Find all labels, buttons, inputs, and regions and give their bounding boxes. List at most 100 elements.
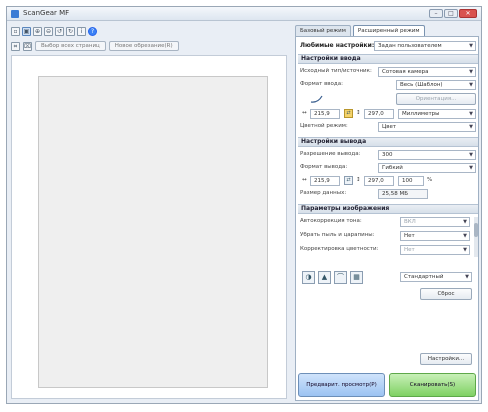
auto-tone-row: Автокоррекция тона: ВКЛ ▼ [300, 217, 476, 228]
image-settings-header[interactable]: Параметры изображения [298, 204, 478, 214]
out-aspect-lock-icon[interactable]: ⇄ [344, 176, 353, 185]
minimize-button[interactable]: – [429, 9, 443, 18]
preset-value: Стандартный [404, 274, 444, 280]
out-height-axis-icon: ↕ [356, 177, 361, 183]
auto-tone-select[interactable]: ВКЛ ▼ [400, 217, 470, 227]
descreen-label: Убрать пыль и царапины: [300, 232, 375, 238]
favorites-label: Любимые настройки: [300, 42, 375, 49]
resolution-row: Разрешение вывода: 300 ▼ [300, 150, 476, 161]
resolution-value: 300 [382, 152, 393, 158]
histogram-icon[interactable]: ▲ [318, 271, 331, 284]
color-mode-value: Цвет [382, 124, 397, 130]
output-size-row: Формат вывода: Гибкий ▼ [300, 163, 476, 174]
favorites-value: Задан пользователем [378, 43, 442, 49]
info-icon[interactable]: i [77, 26, 86, 36]
input-height-field[interactable]: 297,0 [364, 109, 394, 119]
orientation-button[interactable]: Ориентация... [396, 93, 476, 105]
descreen-row: Убрать пыль и царапины: Нет ▼ [300, 231, 476, 242]
output-size-label: Формат вывода: [300, 164, 348, 170]
scangear-window: ScanGear MF – □ ✕ ▫ ▣ ⊕ ⊖ ↺ ↻ i ? ⌗ ⌧ Вы… [6, 6, 482, 404]
preview-button[interactable]: Предварит. просмотр(P) [298, 373, 385, 397]
chevron-down-icon: ▼ [469, 111, 473, 117]
grain-value: Нет [404, 247, 415, 253]
close-button[interactable]: ✕ [459, 9, 477, 18]
data-size-label: Размер данных: [300, 190, 347, 196]
tab-basic-mode[interactable]: Базовый режим [295, 25, 351, 36]
output-size-value: Гибкий [382, 165, 403, 171]
brightness-contrast-icon[interactable]: ◑ [302, 271, 315, 284]
auto-tone-value: ВКЛ [404, 219, 416, 225]
paper-size-label: Формат ввода: [300, 81, 343, 87]
title-bar: ScanGear MF – □ ✕ [7, 7, 481, 21]
output-width-field[interactable]: 215,9 [310, 176, 340, 186]
input-width-field[interactable]: 215,9 [310, 109, 340, 119]
chevron-down-icon: ▼ [469, 165, 473, 171]
output-percent-field[interactable]: 100 [398, 176, 424, 186]
descreen-select[interactable]: Нет ▼ [400, 231, 470, 241]
window-controls: – □ ✕ [429, 9, 477, 18]
crop-icon[interactable]: ⌗ [11, 41, 20, 51]
chevron-down-icon: ▼ [469, 69, 473, 75]
input-settings-header[interactable]: Настройки ввода [298, 54, 478, 64]
tab-advanced-mode[interactable]: Расширенный режим [352, 25, 425, 36]
window-title: ScanGear MF [23, 9, 70, 17]
descreen-value: Нет [404, 233, 415, 239]
whole-image-view-icon[interactable]: ▣ [22, 26, 31, 36]
preview-area[interactable] [11, 55, 287, 399]
output-size-select[interactable]: Гибкий ▼ [378, 163, 476, 173]
preview-page[interactable] [38, 76, 268, 388]
tone-curve-icon[interactable]: ⌒ [334, 271, 347, 284]
grain-select[interactable]: Нет ▼ [400, 245, 470, 255]
color-mode-row: Цветной режим: Цвет ▼ [300, 122, 476, 133]
reset-button[interactable]: Сброс [420, 288, 472, 300]
final-review-icon[interactable]: ▦ [350, 271, 363, 284]
source-label: Исходный тип/источник: [300, 68, 372, 74]
height-axis-icon: ↕ [356, 110, 361, 116]
favorites-row: Любимые настройки: Задан пользователем ▼ [300, 41, 476, 52]
preview-toolbar: ▫ ▣ ⊕ ⊖ ↺ ↻ i ? [11, 25, 97, 37]
source-row: Исходный тип/источник: Сотовая камера ▼ [300, 67, 476, 78]
select-all-button[interactable]: Выбор всех страниц [35, 41, 106, 51]
chevron-down-icon: ▼ [463, 233, 467, 239]
scan-button[interactable]: Сканировать(S) [389, 373, 476, 397]
paper-size-select[interactable]: Весь (Шаблон) ▼ [396, 80, 476, 90]
crop-toolbar: ⌗ ⌧ Выбор всех страниц Новое обрезание(R… [11, 40, 179, 52]
source-select[interactable]: Сотовая камера ▼ [378, 67, 476, 77]
source-value: Сотовая камера [382, 69, 429, 75]
output-height-field[interactable]: 297,0 [364, 176, 394, 186]
chevron-down-icon: ▼ [469, 152, 473, 158]
grain-label: Корректировка цветности: [300, 246, 379, 252]
app-icon [11, 10, 19, 18]
resolution-label: Разрешение вывода: [300, 151, 361, 157]
aspect-lock-icon[interactable]: ⇄ [344, 109, 353, 118]
output-dimensions-row: ↔ 215,9 ⇄ ↕ 297,0 100 % [300, 176, 476, 187]
chevron-down-icon: ▼ [469, 124, 473, 130]
settings-scrollbar[interactable] [474, 217, 478, 257]
help-icon[interactable]: ? [88, 26, 97, 36]
chevron-down-icon: ▼ [463, 219, 467, 225]
zoom-in-icon[interactable]: ⊕ [33, 26, 42, 36]
rotate-right-icon[interactable]: ↻ [66, 26, 75, 36]
units-select[interactable]: Миллиметры ▼ [398, 109, 476, 119]
percent-unit: % [427, 177, 433, 183]
data-size-value: 25,58 МБ [378, 189, 428, 199]
favorites-select[interactable]: Задан пользователем ▼ [374, 41, 476, 51]
color-mode-select[interactable]: Цвет ▼ [378, 122, 476, 132]
output-settings-header[interactable]: Настройки вывода [298, 137, 478, 147]
units-value: Миллиметры [402, 111, 440, 117]
reset-selection-button[interactable]: Новое обрезание(R) [108, 41, 179, 51]
rotate-left-icon[interactable]: ↺ [55, 26, 64, 36]
resolution-select[interactable]: 300 ▼ [378, 150, 476, 160]
scrollbar-thumb[interactable] [474, 223, 478, 237]
color-mode-label: Цветной режим: [300, 123, 348, 129]
action-bar: Предварит. просмотр(P) Сканировать(S) [298, 373, 476, 399]
chevron-down-icon: ▼ [469, 43, 473, 49]
chevron-down-icon: ▼ [469, 82, 473, 88]
zoom-out-icon[interactable]: ⊖ [44, 26, 53, 36]
preferences-button[interactable]: Настройки... [420, 353, 472, 365]
thumbnail-view-icon[interactable]: ▫ [11, 26, 20, 36]
preset-select[interactable]: Стандартный ▼ [400, 272, 472, 282]
data-size-row: Размер данных: 25,58 МБ [300, 189, 476, 200]
clear-crop-icon[interactable]: ⌧ [23, 41, 32, 51]
maximize-button[interactable]: □ [444, 9, 458, 18]
